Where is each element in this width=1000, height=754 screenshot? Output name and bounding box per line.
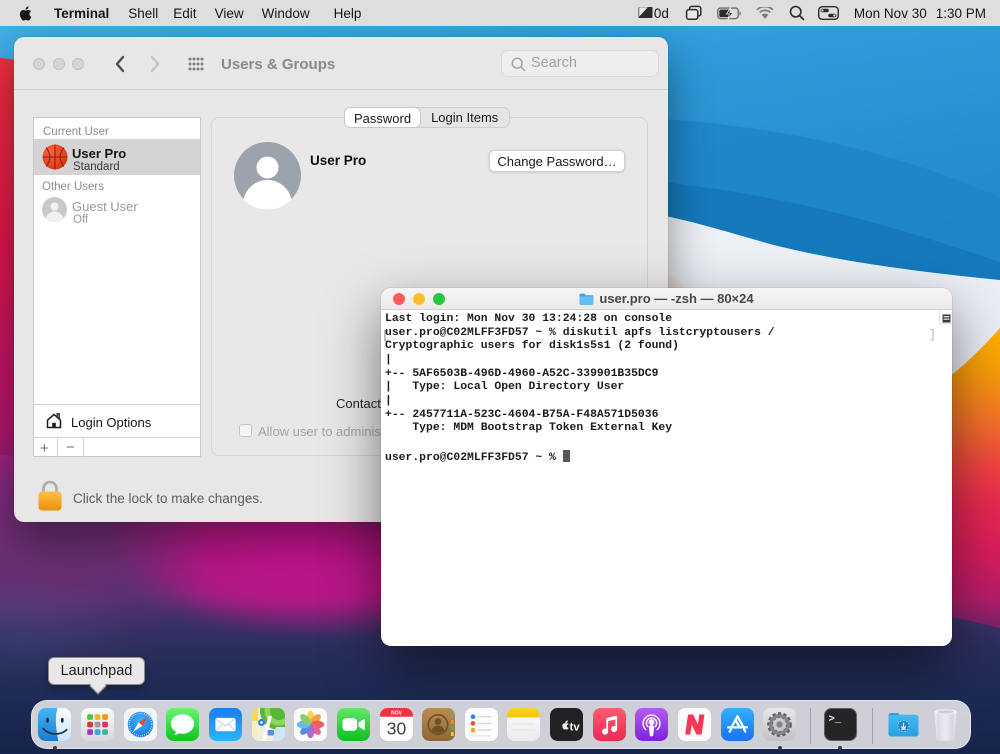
svg-text:>_: >_	[828, 714, 841, 726]
svg-text:30: 30	[386, 719, 406, 739]
svg-text:NOV: NOV	[391, 711, 403, 717]
svg-text:tv: tv	[570, 721, 581, 733]
